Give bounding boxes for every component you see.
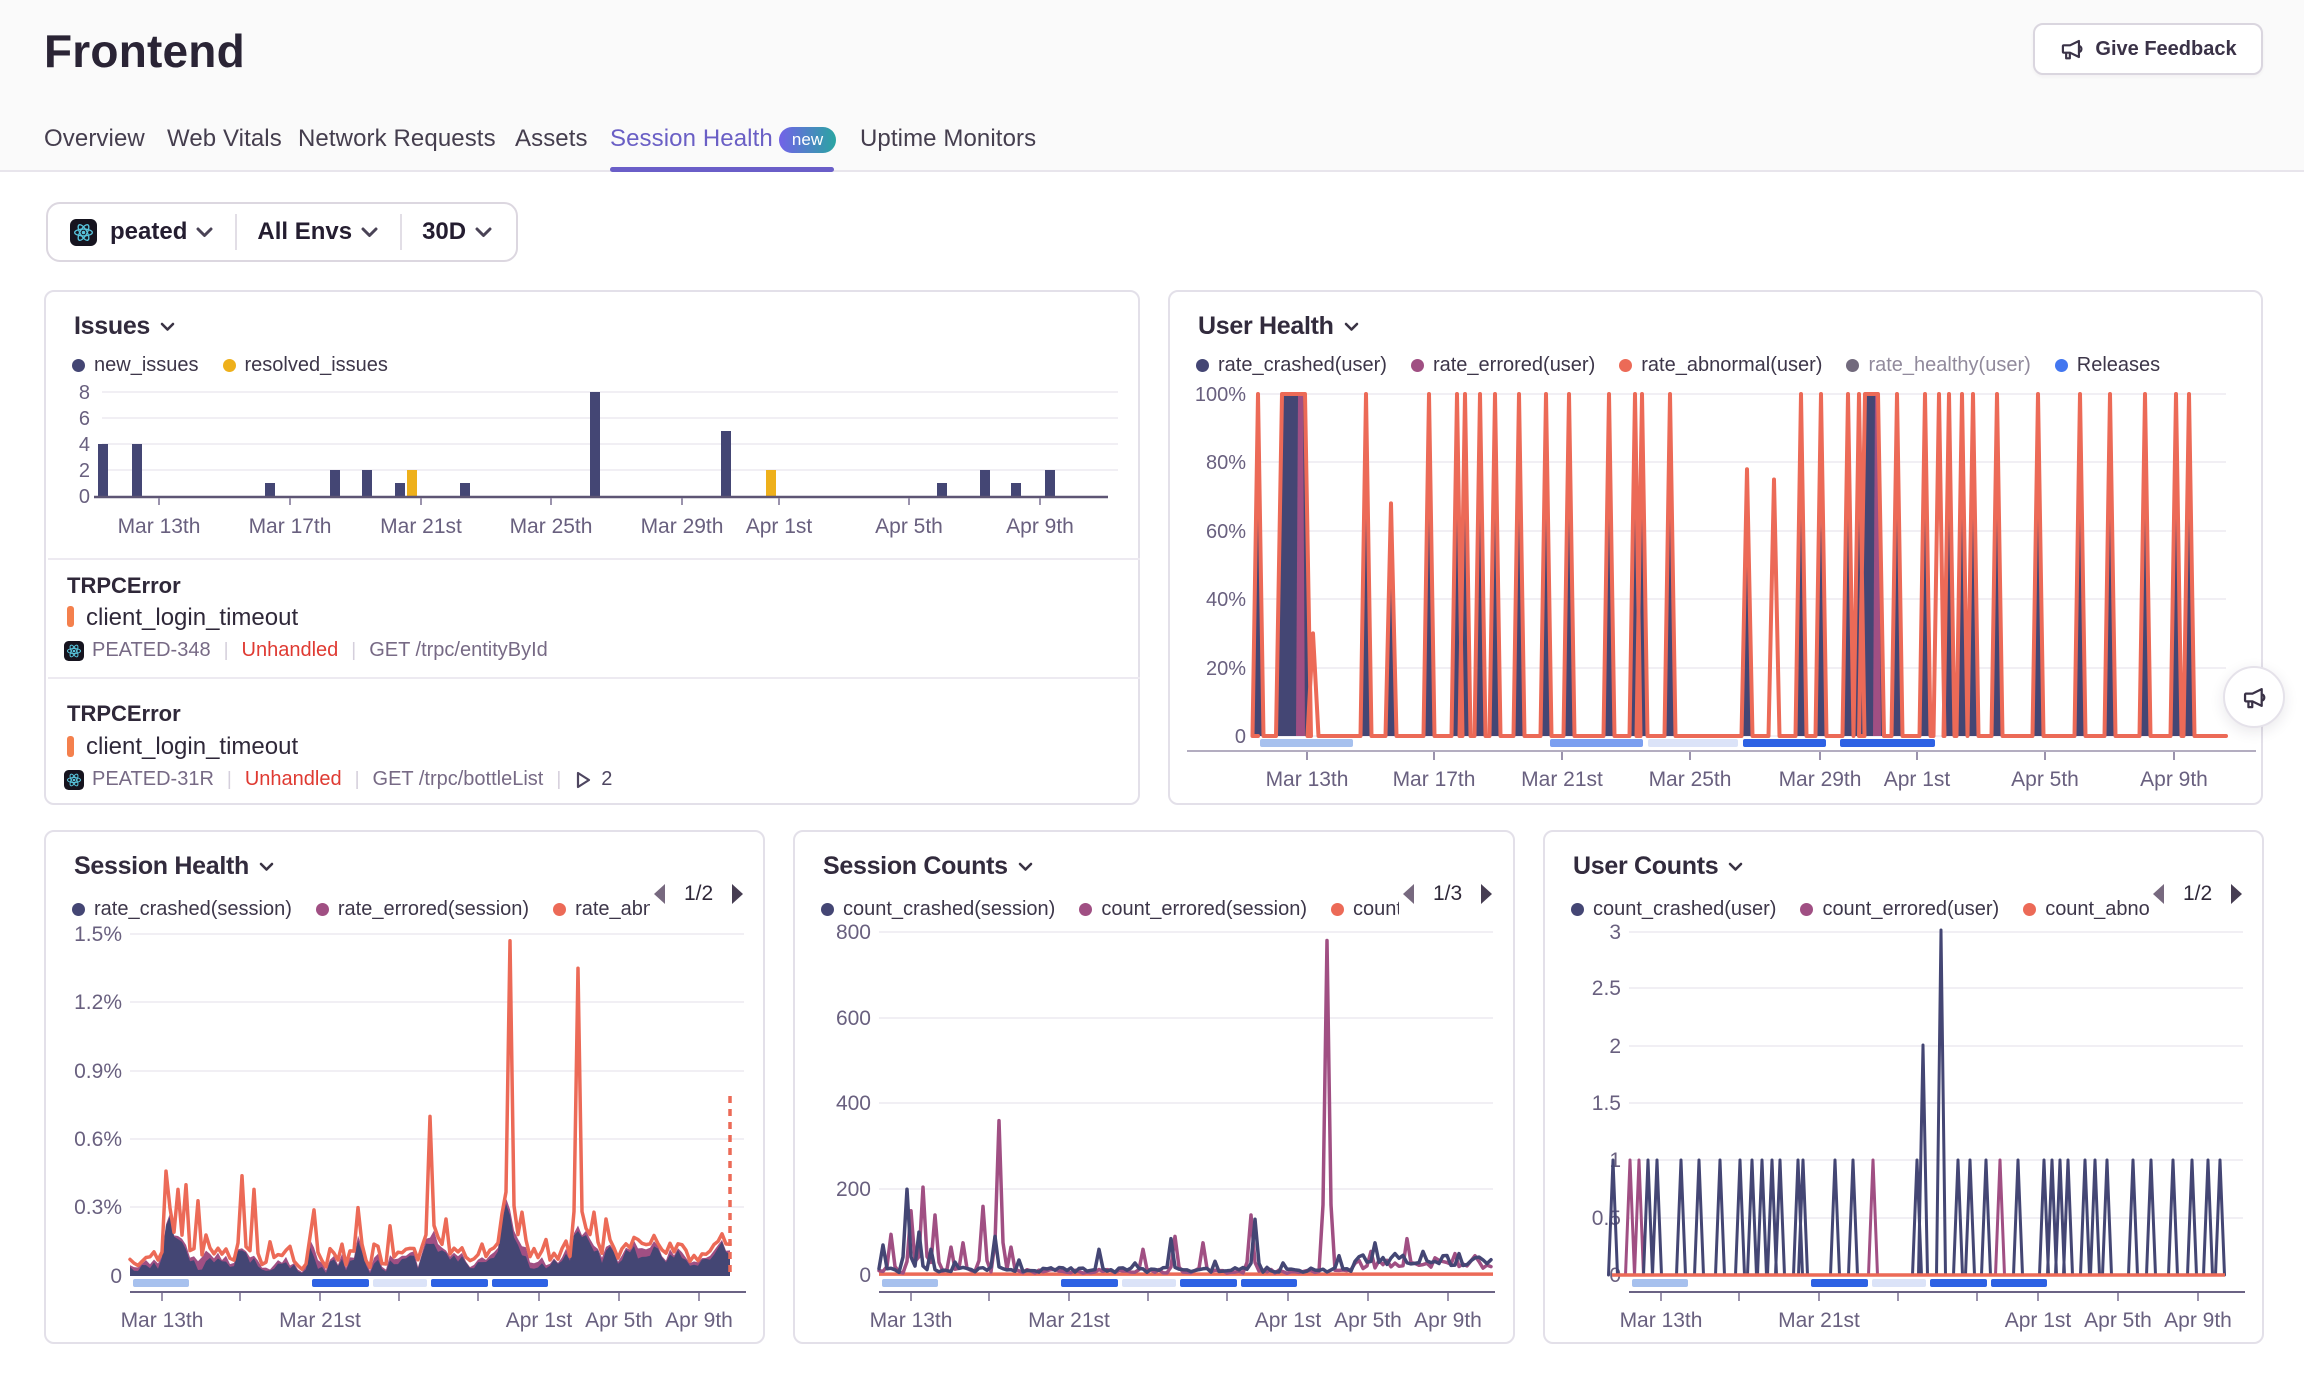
svg-text:Apr 1st: Apr 1st: [746, 515, 813, 538]
svg-text:Apr 5th: Apr 5th: [2011, 768, 2079, 791]
svg-text:Mar 13th: Mar 13th: [1266, 768, 1349, 791]
svg-text:Mar 13th: Mar 13th: [870, 1309, 953, 1332]
svg-text:Apr 1st: Apr 1st: [1255, 1309, 1322, 1332]
svg-text:Mar 29th: Mar 29th: [641, 515, 724, 538]
svg-text:Apr 9th: Apr 9th: [665, 1309, 733, 1332]
svg-text:800: 800: [836, 922, 871, 944]
svg-text:Apr 9th: Apr 9th: [1414, 1309, 1482, 1332]
svg-text:0: 0: [1235, 726, 1246, 748]
svg-text:Apr 5th: Apr 5th: [1334, 1309, 1402, 1332]
svg-text:Mar 21st: Mar 21st: [279, 1309, 361, 1332]
svg-text:200: 200: [836, 1178, 871, 1201]
svg-text:0.9%: 0.9%: [74, 1060, 122, 1083]
svg-text:Apr 9th: Apr 9th: [2140, 768, 2208, 791]
svg-text:2.5: 2.5: [1592, 977, 1621, 1000]
svg-text:Apr 5th: Apr 5th: [585, 1309, 653, 1332]
svg-text:60%: 60%: [1206, 521, 1246, 543]
svg-text:1: 1: [1609, 1149, 1621, 1172]
svg-text:0: 0: [79, 486, 90, 508]
svg-text:Apr 9th: Apr 9th: [1006, 515, 1074, 538]
svg-text:0.6%: 0.6%: [74, 1128, 122, 1151]
svg-text:Mar 21st: Mar 21st: [380, 515, 462, 538]
svg-text:6: 6: [79, 408, 90, 430]
svg-text:Apr 5th: Apr 5th: [875, 515, 943, 538]
svg-text:Mar 25th: Mar 25th: [510, 515, 593, 538]
svg-text:4: 4: [79, 434, 90, 456]
svg-text:Apr 1st: Apr 1st: [506, 1309, 573, 1332]
svg-text:8: 8: [79, 382, 90, 404]
svg-text:40%: 40%: [1206, 589, 1246, 611]
svg-text:1.2%: 1.2%: [74, 991, 122, 1014]
svg-text:Apr 9th: Apr 9th: [2164, 1309, 2232, 1332]
svg-text:0: 0: [859, 1264, 871, 1287]
svg-text:1.5: 1.5: [1592, 1092, 1621, 1115]
svg-text:Mar 17th: Mar 17th: [1393, 768, 1476, 791]
svg-text:Mar 29th: Mar 29th: [1779, 768, 1862, 791]
svg-text:Apr 1st: Apr 1st: [2005, 1309, 2072, 1332]
svg-text:Mar 13th: Mar 13th: [121, 1309, 204, 1332]
svg-text:600: 600: [836, 1007, 871, 1030]
svg-text:Mar 21st: Mar 21st: [1028, 1309, 1110, 1332]
svg-text:Mar 21st: Mar 21st: [1778, 1309, 1860, 1332]
svg-text:Mar 13th: Mar 13th: [1620, 1309, 1703, 1332]
svg-text:80%: 80%: [1206, 452, 1246, 474]
svg-text:Mar 17th: Mar 17th: [249, 515, 332, 538]
svg-text:100%: 100%: [1195, 384, 1246, 406]
svg-text:0.3%: 0.3%: [74, 1196, 122, 1219]
svg-text:Apr 1st: Apr 1st: [1884, 768, 1951, 791]
svg-text:400: 400: [836, 1092, 871, 1115]
svg-text:3: 3: [1609, 922, 1621, 944]
svg-text:Mar 21st: Mar 21st: [1521, 768, 1603, 791]
svg-text:2: 2: [1609, 1035, 1621, 1058]
svg-text:Apr 5th: Apr 5th: [2084, 1309, 2152, 1332]
svg-text:Mar 13th: Mar 13th: [118, 515, 201, 538]
svg-text:0: 0: [110, 1265, 122, 1288]
svg-text:Mar 25th: Mar 25th: [1649, 768, 1732, 791]
svg-text:2: 2: [79, 460, 90, 482]
svg-text:20%: 20%: [1206, 658, 1246, 680]
svg-text:1.5%: 1.5%: [74, 923, 122, 946]
